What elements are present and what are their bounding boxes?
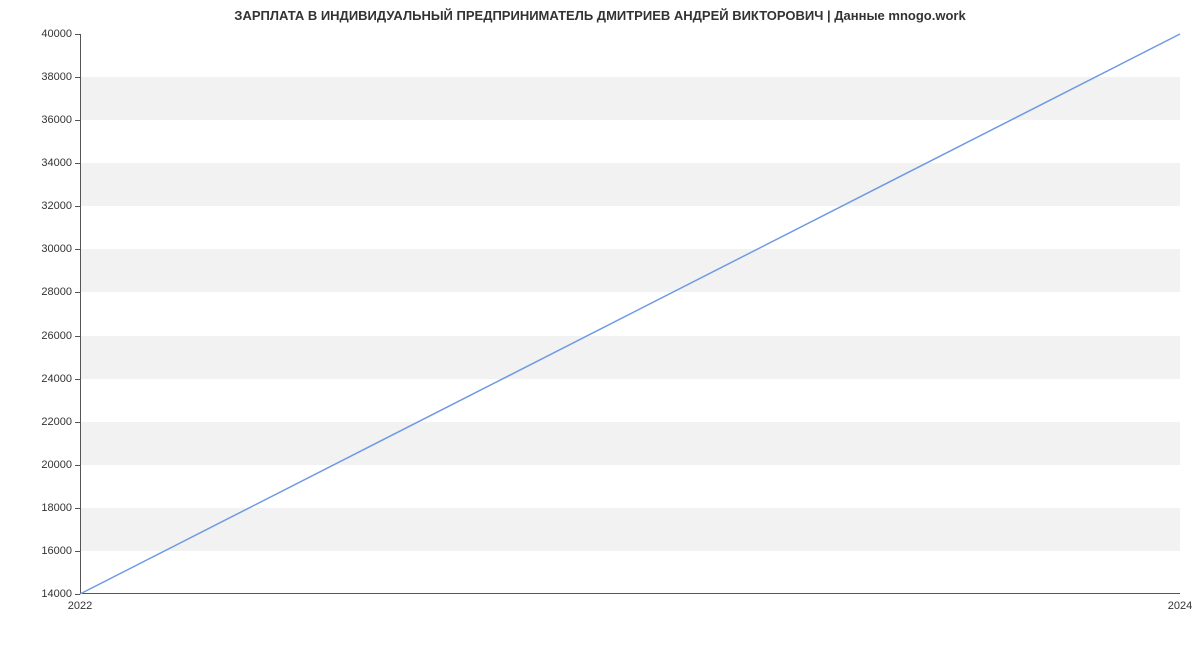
y-tick bbox=[75, 551, 80, 552]
y-tick bbox=[75, 465, 80, 466]
plot-area bbox=[80, 34, 1180, 594]
y-tick-label: 30000 bbox=[0, 243, 72, 255]
y-tick bbox=[75, 77, 80, 78]
x-tick-label: 2022 bbox=[68, 600, 92, 612]
y-tick bbox=[75, 594, 80, 595]
y-tick-label: 14000 bbox=[0, 588, 72, 600]
chart-title: ЗАРПЛАТА В ИНДИВИДУАЛЬНЫЙ ПРЕДПРИНИМАТЕЛ… bbox=[0, 8, 1200, 23]
y-tick-label: 32000 bbox=[0, 200, 72, 212]
data-line bbox=[80, 34, 1180, 594]
y-tick bbox=[75, 422, 80, 423]
y-tick bbox=[75, 336, 80, 337]
y-tick-label: 18000 bbox=[0, 502, 72, 514]
y-tick-label: 16000 bbox=[0, 545, 72, 557]
y-tick bbox=[75, 379, 80, 380]
plot-inner bbox=[80, 34, 1180, 594]
y-tick-label: 28000 bbox=[0, 286, 72, 298]
x-tick-label: 2024 bbox=[1168, 600, 1192, 612]
y-tick-label: 26000 bbox=[0, 330, 72, 342]
line-layer bbox=[80, 34, 1180, 594]
y-tick-label: 38000 bbox=[0, 71, 72, 83]
y-tick bbox=[75, 163, 80, 164]
y-tick bbox=[75, 120, 80, 121]
y-tick-label: 34000 bbox=[0, 157, 72, 169]
y-tick bbox=[75, 34, 80, 35]
y-tick-label: 20000 bbox=[0, 459, 72, 471]
y-tick-label: 36000 bbox=[0, 114, 72, 126]
y-tick bbox=[75, 249, 80, 250]
y-tick-label: 22000 bbox=[0, 416, 72, 428]
y-tick-label: 40000 bbox=[0, 28, 72, 40]
y-tick bbox=[75, 292, 80, 293]
chart-container: ЗАРПЛАТА В ИНДИВИДУАЛЬНЫЙ ПРЕДПРИНИМАТЕЛ… bbox=[0, 0, 1200, 650]
y-tick bbox=[75, 508, 80, 509]
y-tick-label: 24000 bbox=[0, 373, 72, 385]
y-tick bbox=[75, 206, 80, 207]
